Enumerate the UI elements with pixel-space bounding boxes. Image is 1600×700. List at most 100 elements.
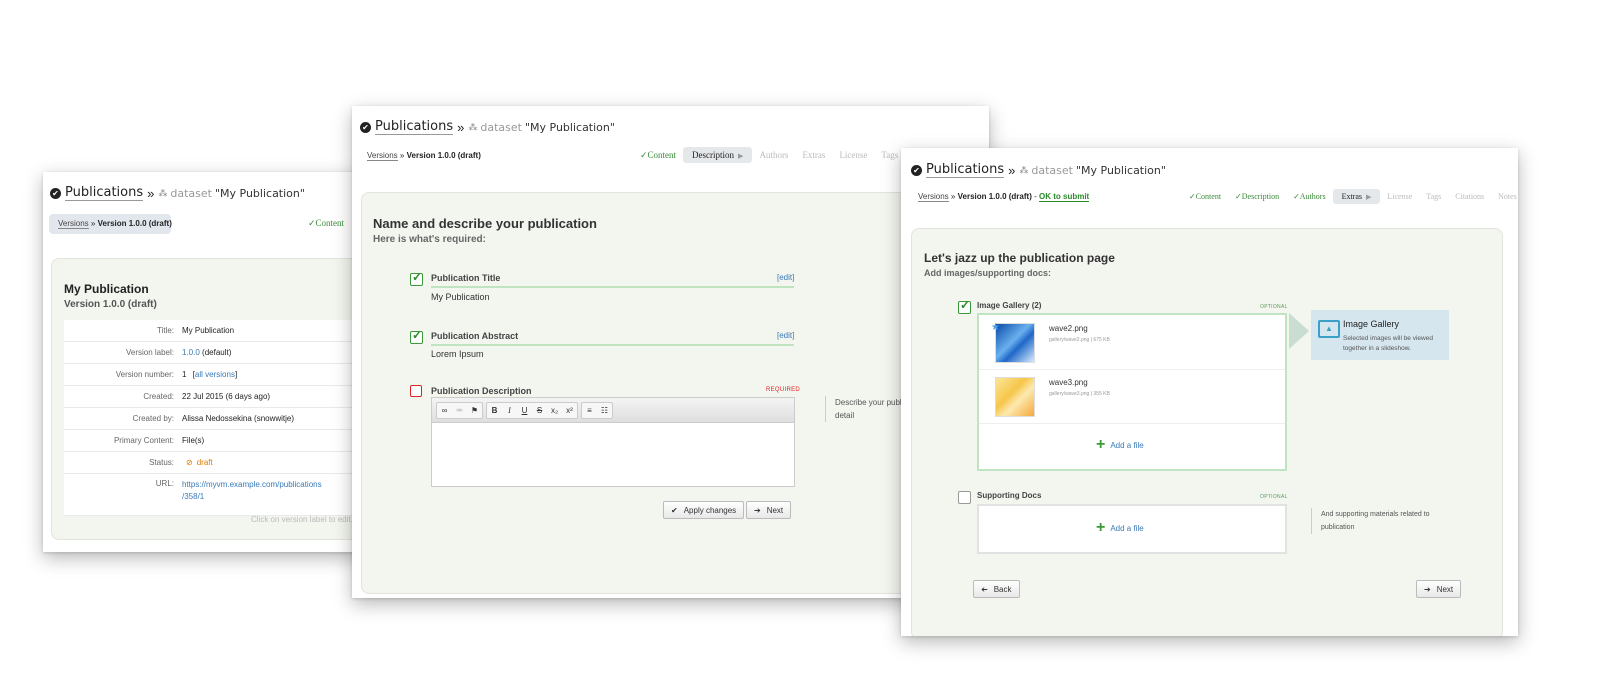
apply-changes-button[interactable]: ✔ Apply changes [663,501,745,519]
tab-content[interactable]: ✓Content [1182,190,1228,203]
next-button[interactable]: ➔ Next [1416,580,1462,598]
tab-extras[interactable]: Extras ▶ [1332,189,1381,204]
list-item[interactable]: ★ wave2.png gallery/wave2.png | 675 KB [979,315,1285,370]
dataset-name: "My Publication" [524,120,615,134]
tab-license[interactable]: License [832,148,874,162]
versions-link[interactable]: Versions [367,151,398,161]
next-button[interactable]: ➔ Next [746,501,792,519]
button-label: Back [993,584,1012,594]
arrow-left-icon: ➔ [981,584,988,594]
crumb-separator: » [950,192,956,201]
table-row: Title: My Publication [64,320,383,342]
file-meta: gallery/wave3.png | 355 KB [1049,391,1110,397]
strikethrough-icon[interactable]: S [532,403,547,418]
tab-description[interactable]: ✓Description [1228,190,1286,203]
tab-content[interactable]: ✓Content [633,148,683,163]
numbered-list-icon[interactable]: ≡ [582,403,597,418]
description-incomplete-checkbox[interactable] [410,385,422,397]
gallery-checkbox[interactable]: ✓ [958,298,971,314]
file-name: wave3.png [1049,378,1088,387]
italic-icon[interactable]: I [502,403,517,418]
table-row: Created: 22 Jul 2015 (6 days ago) [64,386,383,408]
tab-extras[interactable]: Extras [795,148,832,162]
tab-notes[interactable]: Notes [1491,190,1518,203]
edit-hint: Click on version label to edit. [251,515,353,524]
breadcrumb-separator: » [457,119,465,135]
publication-header: ✔ Publications » ⁂ dataset "My Publicati… [50,185,305,201]
row-value: Alissa Nedossekina (snowwitje) [182,414,295,423]
row-key: Title: [156,326,174,335]
dataset-name: "My Publication" [214,186,305,200]
publications-link[interactable]: Publications [926,162,1005,178]
add-file-button[interactable]: + Add a file [1096,437,1144,453]
tab-tags[interactable]: Tags [1419,190,1448,203]
info-description: Selected images will be viewed together … [1343,335,1433,352]
unlink-icon[interactable]: ⚮ [452,403,467,418]
version-breadcrumb: Versions » Version 1.0.0 (draft) [58,219,172,229]
publications-link[interactable]: Publications [375,119,454,135]
table-row: Version number: 1 [all versions] [64,364,383,386]
tab-authors[interactable]: Authors [752,148,795,162]
image-gallery-icon: ▲ [1318,320,1340,338]
tab-content[interactable]: ✓Content [301,216,351,231]
ok-to-submit-link[interactable]: OK to submit [1039,192,1090,202]
supporting-docs-help: And supporting materials related to publ… [1311,508,1451,534]
row-value: 22 Jul 2015 (6 days ago) [182,392,271,401]
tab-authors[interactable]: ✓Authors [1286,190,1332,203]
button-label: Next [1436,584,1454,594]
dataset-icon: ⁂ [468,121,478,132]
gallery-info-box: ▲ Image Gallery Selected images will be … [1311,310,1449,360]
anchor-flag-icon[interactable]: ⚑ [467,403,482,418]
publications-link[interactable]: Publications [65,185,144,201]
bulleted-list-icon[interactable]: ☷ [597,403,612,418]
section-subtitle: Add images/supporting docs: [924,268,1052,278]
tab-description[interactable]: Description ▶ [683,147,753,163]
optional-badge: OPTIONAL [1260,494,1288,500]
default-note: (default) [202,348,232,357]
abstract-complete-checkbox[interactable]: ✓ [410,328,423,344]
row-key: Created: [143,392,174,401]
breadcrumb-separator: » [147,185,155,201]
step-tabs: ✓Content [301,216,351,231]
format-tool-group: B I U S x₂ x² [486,401,578,419]
list-item[interactable]: wave3.png gallery/wave3.png | 355 KB [979,369,1285,424]
edit-abstract-link[interactable]: [edit] [777,331,794,340]
tab-citations[interactable]: Citations [1448,190,1491,203]
dataset-icon: ⁂ [1019,164,1029,175]
version-number: 1 [182,370,187,379]
help-text-line: detail [835,411,855,420]
all-versions-link[interactable]: all versions [195,370,235,379]
tab-license[interactable]: License [1380,190,1419,203]
section-title: Let's jazz up the publication page [924,251,1115,265]
tab-label: Description [1241,192,1280,201]
add-file-button[interactable]: + Add a file [1096,520,1144,536]
title-complete-checkbox[interactable]: ✓ [410,270,423,286]
star-icon[interactable]: ★ [991,322,1000,333]
versions-link[interactable]: Versions [58,219,89,229]
row-key: Created by: [132,414,174,423]
link-icon[interactable]: ∞ [437,403,452,418]
superscript-icon[interactable]: x² [562,403,577,418]
versions-link[interactable]: Versions [918,192,949,202]
version-label-link[interactable]: 1.0.0 [182,348,200,357]
back-button[interactable]: ➔ Back [973,580,1020,598]
row-value: My Publication [182,326,235,335]
table-row: URL: https://myvm.example.com/publicatio… [64,474,383,516]
help-text-line: Describe your publ [835,398,902,407]
subscript-icon[interactable]: x₂ [547,403,562,418]
description-field-label: Publication Description [431,386,532,396]
description-editor[interactable]: ∞ ⚮ ⚑ B I U S x₂ x² ≡ ☷ [431,397,795,487]
row-key: Primary Content: [113,436,174,445]
image-thumbnail [995,323,1035,363]
underline-icon[interactable]: U [517,403,532,418]
edit-title-link[interactable]: [edit] [777,273,794,282]
url-link[interactable]: https://myvm.example.com/publications [182,480,322,489]
tab-content-label: Content [315,218,345,228]
bold-icon[interactable]: B [487,403,502,418]
description-window: ✔ Publications » ⁂ dataset "My Publicati… [352,106,989,598]
crumb-dash: - [1034,192,1037,201]
table-row: Primary Content: File(s) [64,430,383,452]
supporting-docs-checkbox[interactable] [958,491,971,504]
row-key: Version label: [125,348,174,357]
url-link-continued[interactable]: /358/1 [182,492,204,501]
